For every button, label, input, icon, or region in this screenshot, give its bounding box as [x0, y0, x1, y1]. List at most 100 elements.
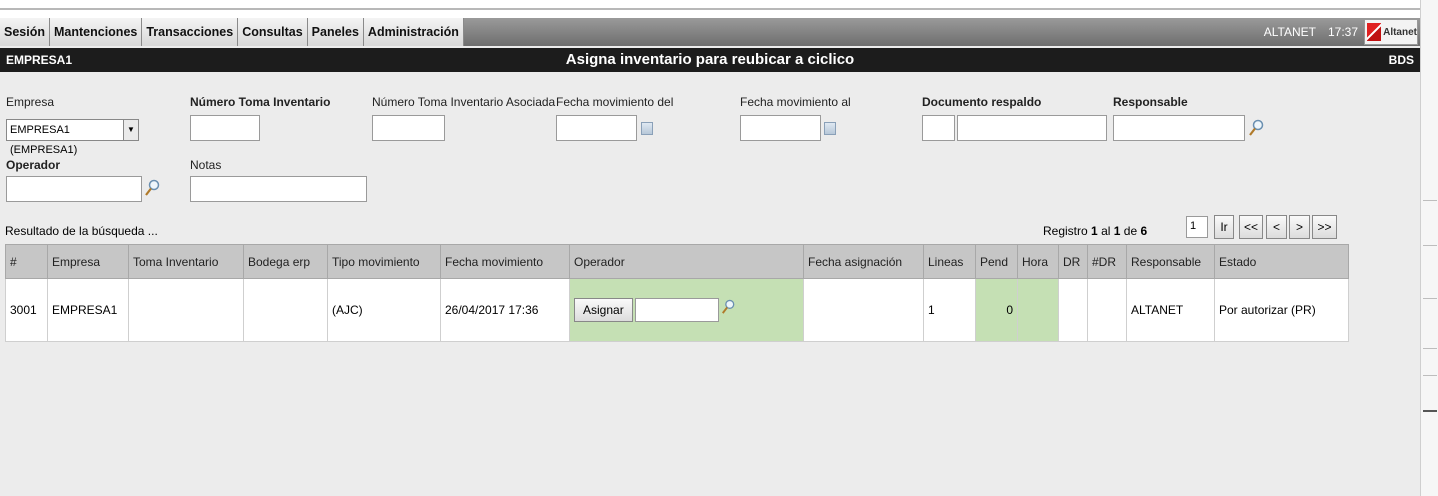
col-ndr[interactable]: #DR	[1087, 244, 1127, 279]
menu-mantenciones[interactable]: Mantenciones	[50, 18, 143, 46]
calendar-icon[interactable]	[641, 122, 653, 135]
cell-num: 3001	[5, 278, 48, 342]
notas-input[interactable]	[190, 176, 367, 202]
cell-lineas: 1	[923, 278, 976, 342]
app-window: Sesión Mantenciones Transacciones Consul…	[0, 18, 1420, 496]
menu-sesion[interactable]: Sesión	[0, 18, 50, 46]
responsable-input[interactable]	[1113, 115, 1245, 141]
altanet-logo: Altanet	[1364, 19, 1418, 45]
chevron-down-icon[interactable]: ▼	[123, 120, 138, 140]
numero-toma-input[interactable]	[190, 115, 260, 141]
col-responsable[interactable]: Responsable	[1126, 244, 1215, 279]
search-icon[interactable]	[721, 298, 735, 316]
registro-from: 1	[1091, 224, 1098, 238]
cell-dr	[1058, 278, 1088, 342]
results-label: Resultado de la búsqueda ...	[5, 224, 158, 238]
operador-assign-input[interactable]	[634, 298, 719, 322]
col-pend[interactable]: Pend	[975, 244, 1018, 279]
col-hora[interactable]: Hora	[1017, 244, 1059, 279]
right-scroll-edge	[1420, 0, 1438, 496]
col-lineas[interactable]: Lineas	[923, 244, 976, 279]
empresa-select[interactable]: EMPRESA1 (EMPRESA1) ▼	[6, 119, 139, 156]
registro-total: 6	[1140, 224, 1148, 238]
numero-toma-label: Número Toma Inventario	[190, 95, 331, 109]
col-fecha-asignacion[interactable]: Fecha asignación	[803, 244, 924, 279]
divider	[1423, 375, 1437, 376]
cell-empresa: EMPRESA1	[47, 278, 129, 342]
divider	[1423, 200, 1437, 201]
menu-consultas[interactable]: Consultas	[238, 18, 308, 46]
col-dr[interactable]: DR	[1058, 244, 1088, 279]
col-toma-inventario[interactable]: Toma Inventario	[128, 244, 244, 279]
registro-al: al	[1101, 224, 1111, 238]
title-bar: EMPRESA1 Asigna inventario para reubicar…	[0, 48, 1420, 72]
last-page-button[interactable]: >>	[1312, 215, 1337, 239]
empresa-select-value: EMPRESA1 (EMPRESA1)	[10, 124, 78, 156]
col-fecha-movimiento[interactable]: Fecha movimiento	[440, 244, 570, 279]
menu-paneles[interactable]: Paneles	[308, 18, 364, 46]
registro-de: de	[1123, 224, 1138, 238]
table-header-row: # Empresa Toma Inventario Bodega erp Tip…	[5, 244, 1349, 279]
col-empresa[interactable]: Empresa	[47, 244, 129, 279]
numero-toma-asociada-input[interactable]	[372, 115, 445, 141]
notas-label: Notas	[190, 158, 222, 172]
asignar-button[interactable]: Asignar	[574, 298, 633, 322]
calendar-icon[interactable]	[824, 122, 836, 135]
cell-estado: Por autorizar (PR)	[1214, 278, 1349, 342]
search-icon[interactable]	[1248, 119, 1264, 137]
documento-label: Documento respaldo	[922, 95, 1042, 109]
menu-transacciones[interactable]: Transacciones	[142, 18, 239, 46]
col-tipo-movimiento[interactable]: Tipo movimiento	[327, 244, 441, 279]
divider	[1423, 298, 1437, 299]
divider	[1423, 410, 1437, 412]
menu-bar: Sesión Mantenciones Transacciones Consul…	[0, 18, 1420, 46]
cell-pend: 0	[975, 278, 1018, 342]
cell-fecha: 26/04/2017 17:36	[440, 278, 570, 342]
cell-tipo: (AJC)	[327, 278, 441, 342]
fecha-al-input[interactable]	[740, 115, 821, 141]
fecha-del-input[interactable]	[556, 115, 637, 141]
col-estado[interactable]: Estado	[1214, 244, 1349, 279]
top-border	[0, 8, 1420, 10]
fecha-al-label: Fecha movimiento al	[740, 95, 851, 109]
fecha-del-label: Fecha movimiento del	[556, 95, 674, 109]
cell-bodega	[243, 278, 328, 342]
divider	[1423, 348, 1437, 349]
empresa-label: Empresa	[6, 95, 55, 109]
menu-administracion[interactable]: Administración	[364, 18, 464, 46]
registro-to: 1	[1113, 224, 1121, 238]
col-bodega-erp[interactable]: Bodega erp	[243, 244, 328, 279]
page-number-input[interactable]: 1	[1186, 216, 1208, 238]
record-counter: Registro 1 al 1 de 6	[1043, 224, 1147, 238]
divider	[1423, 245, 1437, 246]
cell-hora	[1017, 278, 1059, 342]
current-user: ALTANET	[1263, 25, 1316, 39]
col-operador[interactable]: Operador	[569, 244, 804, 279]
registro-prefix: Registro	[1043, 224, 1088, 238]
clock: 17:37	[1327, 25, 1358, 39]
logo-text: Altanet	[1383, 26, 1417, 38]
search-icon[interactable]	[144, 179, 160, 197]
cell-responsable: ALTANET	[1126, 278, 1215, 342]
menu-status: ALTANET 17:37 Altanet	[1264, 18, 1420, 46]
go-button[interactable]: Ir	[1214, 215, 1234, 239]
menu-items: Sesión Mantenciones Transacciones Consul…	[0, 18, 464, 46]
operador-input[interactable]	[6, 176, 142, 202]
numero-toma-asociada-label: Número Toma Inventario Asociada	[372, 95, 556, 109]
cell-operador: Asignar	[569, 278, 804, 342]
responsable-label: Responsable	[1113, 95, 1188, 109]
prev-page-button[interactable]: <	[1266, 215, 1287, 239]
logo-mark-icon	[1367, 23, 1382, 41]
module-code: BDS	[1388, 53, 1414, 67]
col-num[interactable]: #	[5, 244, 48, 279]
next-page-button[interactable]: >	[1289, 215, 1310, 239]
documento-tipo-input[interactable]	[922, 115, 955, 141]
page-title: Asigna inventario para reubicar a ciclic…	[565, 51, 855, 68]
documento-numero-input[interactable]	[957, 115, 1107, 141]
table-row[interactable]: 3001 EMPRESA1 (AJC) 26/04/2017 17:36 Asi…	[5, 278, 1349, 342]
results-table: # Empresa Toma Inventario Bodega erp Tip…	[5, 244, 1349, 342]
cell-fecha-asignacion	[803, 278, 924, 342]
operador-label: Operador	[6, 158, 61, 172]
cell-ndr	[1087, 278, 1127, 342]
first-page-button[interactable]: <<	[1239, 215, 1263, 239]
